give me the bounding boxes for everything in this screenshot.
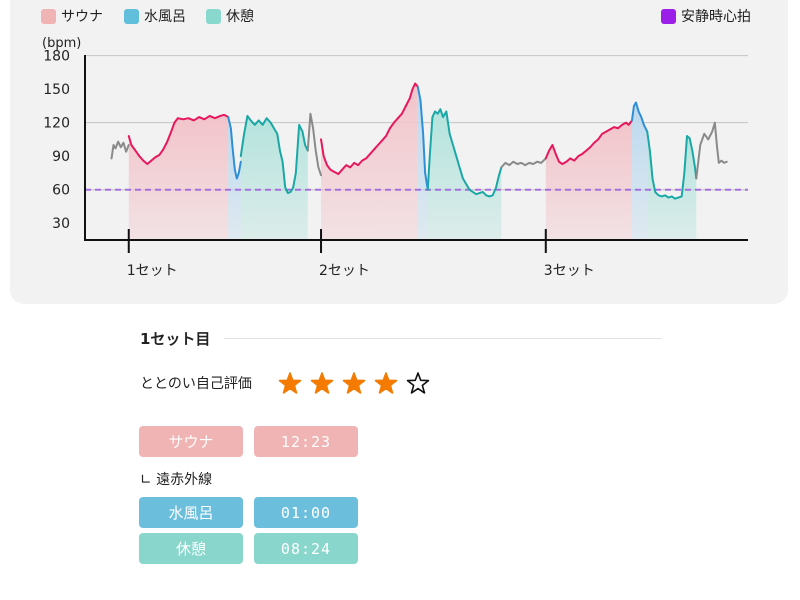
set-label: 2セット bbox=[319, 263, 370, 279]
sauna-area bbox=[321, 83, 418, 240]
rating-label: ととのい自己評価 bbox=[140, 376, 252, 392]
set-section-header: 1セット目 bbox=[140, 328, 662, 348]
water-area bbox=[228, 117, 241, 240]
water-time-pill: 01:00 bbox=[254, 497, 358, 528]
star-filled-icon[interactable] bbox=[372, 369, 400, 397]
star-filled-icon[interactable] bbox=[276, 369, 304, 397]
star-filled-icon[interactable] bbox=[308, 369, 336, 397]
sauna-area bbox=[128, 114, 229, 240]
y-tick-label: 60 bbox=[52, 183, 70, 199]
other-line bbox=[695, 121, 728, 180]
star-empty-icon[interactable] bbox=[404, 369, 432, 397]
y-tick-label: 120 bbox=[43, 116, 70, 132]
set-label: 1セット bbox=[127, 263, 178, 279]
rating-stars[interactable] bbox=[276, 369, 432, 397]
other-line bbox=[500, 157, 547, 169]
sauna-type-label: ∟ 遠赤外線 bbox=[140, 472, 213, 488]
water-area bbox=[631, 102, 648, 240]
set-label: 3セット bbox=[544, 263, 595, 279]
other-line bbox=[110, 140, 130, 160]
star-filled-icon[interactable] bbox=[340, 369, 368, 397]
sauna-pill: サウナ bbox=[139, 426, 243, 457]
rating-row: ととのい自己評価 bbox=[140, 368, 662, 398]
rest-pill: 休憩 bbox=[139, 533, 243, 564]
sauna-time-pill: 12:23 bbox=[254, 426, 358, 457]
y-tick-label: 90 bbox=[52, 149, 70, 165]
water-area bbox=[417, 86, 428, 240]
section-divider bbox=[224, 337, 662, 339]
rest-time-pill: 08:24 bbox=[254, 533, 358, 564]
sauna-area bbox=[545, 120, 632, 240]
y-axis-label: (bpm) bbox=[42, 36, 81, 51]
set-title: 1セット目 bbox=[140, 329, 211, 348]
y-tick-label: 30 bbox=[52, 216, 70, 232]
heart-rate-chart: 306090120150180(bpm)1セット 2セット 3セット bbox=[42, 36, 748, 279]
water-pill: 水風呂 bbox=[139, 497, 243, 528]
y-tick-label: 150 bbox=[43, 82, 70, 98]
rest-area bbox=[427, 109, 502, 240]
